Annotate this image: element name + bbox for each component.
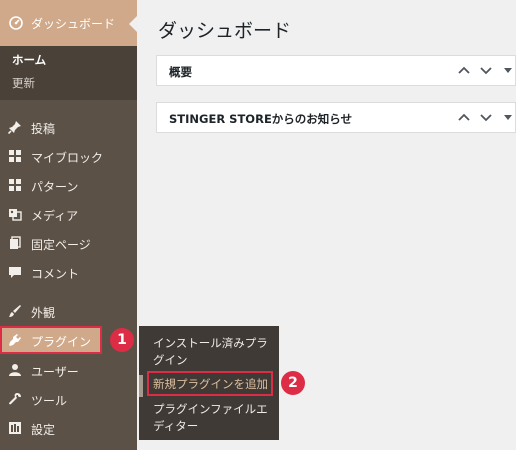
chevron-up-icon[interactable] (456, 62, 472, 78)
media-icon (9, 209, 22, 221)
sidebar-item-label: コメント (31, 267, 80, 281)
current-menu-pointer (129, 16, 137, 32)
sidebar-item-pages[interactable]: 固定ページ (0, 229, 137, 257)
flyout-item-add-new-plugin[interactable]: 新規プラグインを追加 (153, 376, 268, 393)
chevron-down-icon[interactable] (478, 62, 494, 78)
page-icon (10, 236, 21, 249)
widget-title: STINGER STOREからのお知らせ (169, 112, 353, 126)
admin-sidebar: ダッシュボード ホーム 更新 投稿 マイブロック パターン メディア 固定ページ… (0, 0, 137, 450)
flyout-pointer (139, 375, 143, 397)
pin-icon (8, 121, 21, 134)
flyout-item-installed-plugins[interactable]: インストール済みプラグイン (153, 335, 273, 369)
grid-icon (9, 179, 21, 191)
dashboard-widget-stinger-news: STINGER STOREからのお知らせ (156, 102, 516, 133)
sidebar-item-label: 外観 (31, 306, 56, 320)
sidebar-item-label: 設定 (31, 423, 56, 437)
sidebar-item-tools[interactable]: ツール (0, 385, 137, 413)
user-icon (9, 364, 21, 376)
chevron-up-icon[interactable] (456, 109, 472, 125)
sidebar-item-label: 固定ページ (31, 238, 91, 252)
submenu-update[interactable]: 更新 (12, 75, 35, 91)
sidebar-item-settings[interactable]: 設定 (0, 414, 137, 442)
toggle-caret-icon[interactable] (500, 109, 516, 125)
plugin-icon (9, 334, 21, 346)
sidebar-item-label: マイブロック (31, 151, 104, 165)
sidebar-item-posts[interactable]: 投稿 (0, 113, 137, 141)
grid-icon (9, 150, 21, 162)
dashboard-widget-overview: 概要 (156, 55, 516, 86)
sidebar-item-label: パターン (31, 180, 79, 194)
sidebar-item-label: プラグイン (31, 335, 92, 349)
flyout-item-plugin-file-editor[interactable]: プラグインファイルエディター (153, 401, 273, 435)
dashboard-submenu: ホーム 更新 (0, 46, 137, 100)
sidebar-item-patterns[interactable]: パターン (0, 171, 137, 199)
comment-icon (9, 267, 21, 278)
toggle-caret-icon[interactable] (500, 62, 516, 78)
sidebar-item-label: ツール (31, 394, 68, 408)
chevron-down-icon[interactable] (478, 109, 494, 125)
sidebar-item-appearance[interactable]: 外観 (0, 297, 137, 325)
sidebar-item-label: メディア (31, 209, 79, 223)
sidebar-item-my-blocks[interactable]: マイブロック (0, 142, 137, 170)
sidebar-item-label: ダッシュボード (31, 17, 116, 31)
sidebar-item-label: ユーザー (31, 365, 79, 379)
plugins-flyout-menu: インストール済みプラグイン 新規プラグインを追加 プラグインファイルエディター (139, 326, 279, 440)
brush-icon (9, 305, 21, 317)
step-badge-1: 1 (110, 328, 134, 352)
sidebar-item-comments[interactable]: コメント (0, 258, 137, 286)
sidebar-item-plugins[interactable]: プラグイン (0, 326, 102, 354)
sidebar-item-dashboard[interactable]: ダッシュボード (0, 0, 137, 46)
wrench-icon (9, 393, 21, 405)
page-title: ダッシュボード (158, 20, 292, 42)
submenu-home[interactable]: ホーム (12, 52, 46, 68)
step-badge-2: 2 (281, 371, 305, 395)
sidebar-item-users[interactable]: ユーザー (0, 356, 137, 384)
widget-title: 概要 (169, 65, 192, 79)
sidebar-item-label: 投稿 (31, 122, 56, 136)
gauge-icon (9, 16, 23, 30)
sidebar-item-media[interactable]: メディア (0, 200, 137, 228)
settings-icon (9, 422, 21, 434)
